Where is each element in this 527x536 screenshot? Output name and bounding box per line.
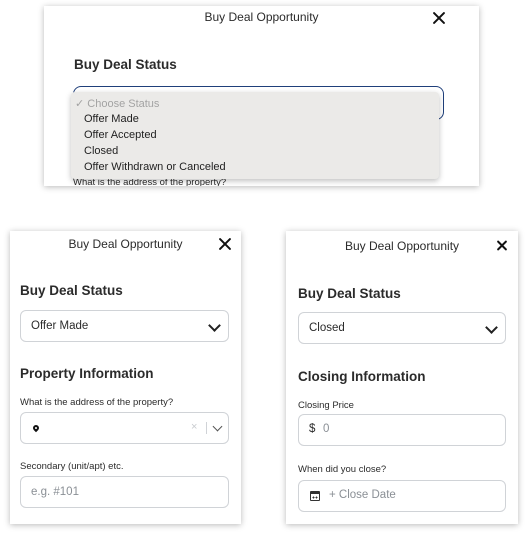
modal-title: Buy Deal Opportunity xyxy=(204,10,319,24)
modal-title: Buy Deal Opportunity xyxy=(68,237,183,251)
property-heading: Property Information xyxy=(20,366,154,381)
status-select[interactable]: Offer Made xyxy=(20,310,229,342)
chevron-down-icon[interactable] xyxy=(212,421,223,432)
map-pin-icon xyxy=(31,423,41,433)
close-date-label: When did you close? xyxy=(298,464,387,475)
dropdown-option-closed[interactable]: Closed xyxy=(84,145,118,157)
field-separator xyxy=(206,422,207,434)
status-select-value: Offer Made xyxy=(31,320,89,332)
dropdown-option-withdrawn[interactable]: Offer Withdrawn or Canceled xyxy=(84,161,226,173)
closing-heading: Closing Information xyxy=(298,369,426,384)
dropdown-option-offer-accepted[interactable]: Offer Accepted xyxy=(84,129,157,141)
calendar-icon xyxy=(310,491,320,501)
dropdown-option-choose-status[interactable]: ✓ Choose Status xyxy=(75,97,159,110)
close-icon[interactable] xyxy=(217,236,233,252)
chevron-down-icon xyxy=(485,321,498,334)
status-select[interactable]: Closed xyxy=(298,312,506,344)
buy-deal-modal-offer-made: Buy Deal Opportunity Buy Deal Status Off… xyxy=(10,231,241,524)
buy-deal-modal-closed: Buy Deal Opportunity Buy Deal Status Clo… xyxy=(286,231,518,524)
status-select-value: Closed xyxy=(309,322,345,334)
section-heading: Buy Deal Status xyxy=(74,57,177,72)
buy-deal-modal-dropdown-open: Buy Deal Opportunity Buy Deal Status Wha… xyxy=(44,6,479,186)
closing-price-label: Closing Price xyxy=(298,400,354,411)
dropdown-option-offer-made[interactable]: Offer Made xyxy=(84,113,139,125)
status-dropdown-list: ✓ Choose Status Offer Made Offer Accepte… xyxy=(71,92,439,179)
secondary-label: Secondary (unit/apt) etc. xyxy=(20,461,124,472)
currency-symbol: $ xyxy=(309,423,316,435)
close-date-placeholder: + Close Date xyxy=(329,489,396,501)
close-icon[interactable] xyxy=(495,239,508,252)
chevron-down-icon xyxy=(208,319,221,332)
close-date-input[interactable]: + Close Date xyxy=(298,480,506,512)
close-icon[interactable] xyxy=(431,10,447,26)
secondary-input[interactable]: e.g. #101 xyxy=(20,476,229,508)
secondary-placeholder: e.g. #101 xyxy=(31,486,79,498)
address-input[interactable]: × xyxy=(20,412,229,444)
closing-price-input[interactable]: $ 0 xyxy=(298,414,506,446)
closing-price-placeholder: 0 xyxy=(323,423,330,435)
address-label: What is the address of the property? xyxy=(20,397,174,408)
status-heading: Buy Deal Status xyxy=(298,286,401,301)
modal-title: Buy Deal Opportunity xyxy=(344,239,460,253)
status-heading: Buy Deal Status xyxy=(20,283,123,298)
clear-icon[interactable]: × xyxy=(191,421,197,433)
